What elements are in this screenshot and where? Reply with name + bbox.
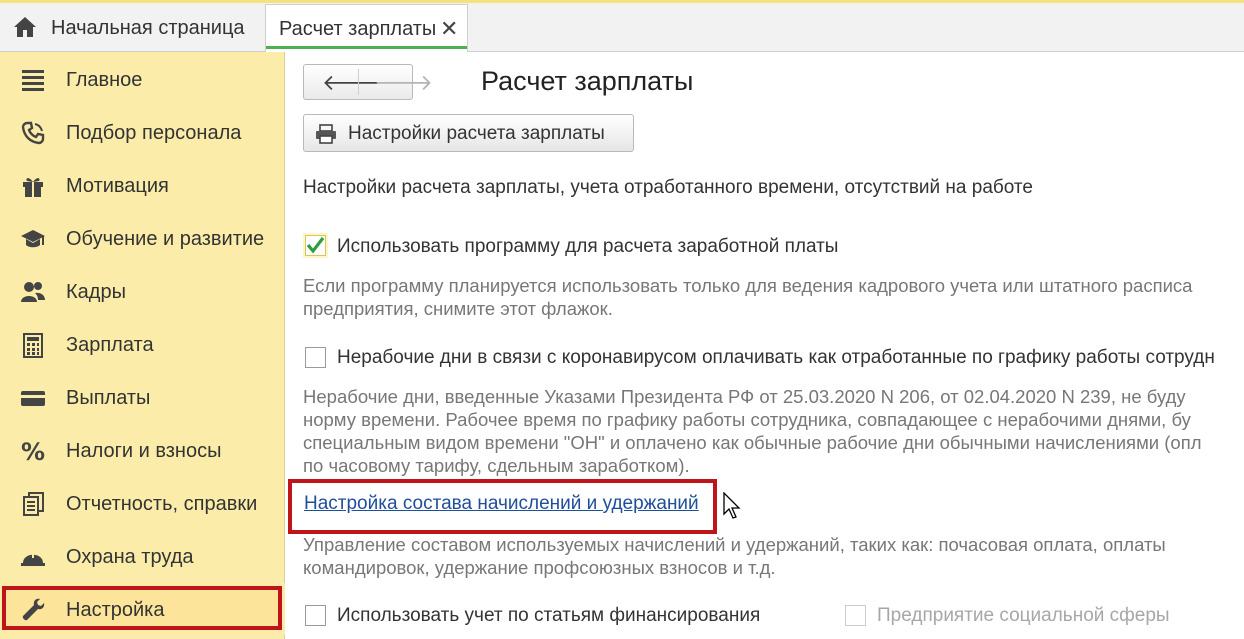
helmet-icon xyxy=(21,550,45,566)
home-icon xyxy=(14,17,36,37)
percent-icon: % xyxy=(21,438,45,464)
menu-icon xyxy=(22,70,44,91)
history-nav: 🡐 🡒 xyxy=(303,64,433,100)
close-icon[interactable]: ✕ xyxy=(440,16,458,42)
sidebar: Главное Подбор персонала Мотивация Обуче… xyxy=(0,52,285,639)
section-title: Настройки расчета зарплаты, учета отрабо… xyxy=(303,177,1033,198)
svg-text:%: % xyxy=(21,438,45,464)
social-sphere-checkbox xyxy=(845,605,866,626)
gift-icon xyxy=(23,178,43,197)
financing-label[interactable]: Использовать учет по статьям финансирова… xyxy=(337,605,760,627)
link-hint-line: Управление составом используемых начисле… xyxy=(303,534,1166,555)
main-content: 🡐 🡒 Расчет зарплаты Настройки расчета за… xyxy=(285,52,1244,639)
nonworking-days-hint-line: по часовому тарифу, сдельным заработком)… xyxy=(303,455,690,476)
sidebar-item-motivation[interactable]: Мотивация xyxy=(0,159,285,211)
accruals-deductions-link[interactable]: Настройка состава начислений и удержаний xyxy=(304,493,699,515)
sidebar-item-label: Зарплата xyxy=(66,334,154,356)
sidebar-item-label: Настройка xyxy=(66,599,165,621)
tab-home[interactable]: Начальная страница xyxy=(0,3,262,51)
financing-checkbox[interactable] xyxy=(305,605,326,626)
people-icon xyxy=(21,282,45,302)
checkmark-icon xyxy=(306,237,325,254)
sidebar-item-settings[interactable]: Настройка xyxy=(0,583,285,635)
nonworking-days-checkbox[interactable] xyxy=(305,347,326,368)
arrow-left-icon[interactable]: 🡐 xyxy=(322,70,381,96)
use-program-checkbox[interactable] xyxy=(305,235,326,256)
sidebar-item-label: Кадры xyxy=(66,281,126,303)
active-tab-indicator xyxy=(266,46,467,49)
sidebar-item-label: Выплаты xyxy=(66,387,151,409)
use-program-hint-line: Если программу планируется использовать … xyxy=(303,275,1193,296)
arrow-right-icon[interactable]: 🡒 xyxy=(374,70,433,96)
tab-home-label: Начальная страница xyxy=(51,17,245,39)
salary-settings-button-label: Настройки расчета зарплаты xyxy=(348,123,605,144)
nav-separator xyxy=(358,69,359,95)
sidebar-item-label: Налоги и взносы xyxy=(66,440,222,462)
graduation-cap-icon xyxy=(21,230,45,248)
nonworking-days-hint-line: норму времени. Рабочее время по графику … xyxy=(303,409,1191,430)
sidebar-item-label: Обучение и развитие xyxy=(66,228,265,250)
sidebar-item-personnel[interactable]: Кадры xyxy=(0,265,285,317)
printer-icon xyxy=(316,124,336,144)
documents-icon xyxy=(23,492,44,516)
sidebar-item-label: Отчетность, справки xyxy=(66,493,258,515)
page-title: Расчет зарплаты xyxy=(481,66,694,96)
sidebar-item-taxes[interactable]: % Налоги и взносы xyxy=(0,424,285,476)
sidebar-item-salary[interactable]: Зарплата xyxy=(0,318,285,370)
tab-bar: Начальная страница Расчет зарплаты ✕ xyxy=(0,0,1244,52)
calculator-icon xyxy=(23,333,43,358)
sidebar-item-training[interactable]: Обучение и развитие xyxy=(0,212,285,264)
sidebar-item-payments[interactable]: Выплаты xyxy=(0,371,285,423)
mouse-cursor-icon xyxy=(723,492,741,519)
social-sphere-label: Предприятие социальной сферы xyxy=(877,605,1170,626)
card-icon xyxy=(21,391,45,406)
sidebar-item-label: Подбор персонала xyxy=(66,122,242,144)
use-program-label[interactable]: Использовать программу для расчета зараб… xyxy=(337,236,838,258)
link-hint-line: командировок, удержание профсоюзных взно… xyxy=(303,557,776,578)
nonworking-days-hint-line: Нерабочие дни, введенные Указами Президе… xyxy=(303,386,1186,407)
sidebar-item-labor-safety[interactable]: Охрана труда xyxy=(0,530,285,582)
sidebar-item-main[interactable]: Главное xyxy=(0,53,285,105)
use-program-hint-line: предприятия, снимите этот флажок. xyxy=(303,298,613,319)
nonworking-days-label[interactable]: Нерабочие дни в связи с коронавирусом оп… xyxy=(337,347,1215,369)
tab-salary-calculation[interactable]: Расчет зарплаты ✕ xyxy=(265,4,468,52)
salary-settings-button[interactable]: Настройки расчета зарплаты xyxy=(303,114,634,152)
sidebar-item-recruitment[interactable]: Подбор персонала xyxy=(0,106,285,158)
wrench-icon xyxy=(22,598,45,621)
tab-active-label: Расчет зарплаты xyxy=(279,18,437,40)
sidebar-item-reports[interactable]: Отчетность, справки xyxy=(0,477,285,529)
sidebar-item-label: Главное xyxy=(66,69,143,91)
nonworking-days-hint-line: специальным видом времени "ОН" и оплачен… xyxy=(303,432,1202,453)
sidebar-item-label: Охрана труда xyxy=(66,546,194,568)
sidebar-item-label: Мотивация xyxy=(66,175,169,197)
phone-icon xyxy=(21,121,45,145)
